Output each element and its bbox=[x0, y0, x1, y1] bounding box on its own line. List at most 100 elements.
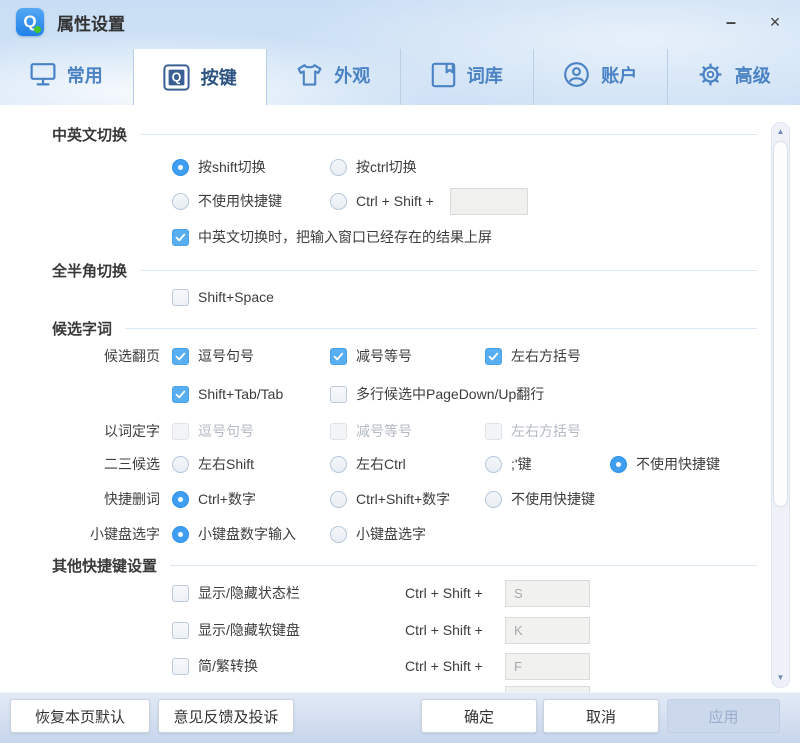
checkbox-toggle-statusbar[interactable]: 显示/隐藏状态栏 bbox=[172, 576, 300, 610]
hotkey-prefix: Ctrl + Shift + bbox=[405, 649, 483, 683]
tab-label: 高级 bbox=[735, 62, 771, 88]
shortcut-row-softkeyboard: 显示/隐藏软键盘 Ctrl + Shift + bbox=[0, 613, 800, 647]
checkbox-shift-space[interactable]: Shift+Space bbox=[172, 280, 274, 314]
feedback-button[interactable]: 意见反馈及投诉 bbox=[158, 699, 294, 733]
radio-numpad-select[interactable]: 小键盘选字 bbox=[330, 517, 426, 551]
checkbox-minus-equal-disabled: 减号等号 bbox=[330, 414, 412, 448]
paging-row-2: Shift+Tab/Tab 多行候选中PageDown/Up翻行 bbox=[0, 377, 800, 411]
titlebar: Q 属性设置 – × bbox=[0, 0, 800, 44]
option-row: 中英文切换时，把输入窗口已经存在的结果上屏 bbox=[0, 220, 800, 254]
window-title: 属性设置 bbox=[57, 10, 125, 35]
option-label: 按ctrl切换 bbox=[356, 157, 417, 177]
shortcut-row-traditional: 简/繁转换 Ctrl + Shift + bbox=[0, 649, 800, 683]
option-label: 左右方括号 bbox=[511, 421, 581, 441]
radio-unselected-icon bbox=[330, 159, 347, 176]
checkbox-unchecked-icon bbox=[172, 289, 189, 306]
section-title: 候选字词 bbox=[52, 318, 112, 339]
minimize-button[interactable]: – bbox=[718, 10, 744, 34]
close-button[interactable]: × bbox=[762, 10, 788, 34]
tshirt-icon bbox=[296, 63, 323, 87]
scroll-up-icon[interactable]: ▲ bbox=[772, 125, 789, 139]
hotkey-input-softkeyboard bbox=[505, 617, 590, 644]
tab-bar: 常用 Q 按键 外观 词库 账户 bbox=[0, 44, 800, 105]
option-label: 左右Ctrl bbox=[356, 454, 406, 474]
tab-common[interactable]: 常用 bbox=[0, 44, 133, 105]
radio-selected-icon bbox=[172, 526, 189, 543]
checkbox-minus-equal[interactable]: 减号等号 bbox=[330, 339, 412, 373]
tab-dictionary[interactable]: 词库 bbox=[401, 44, 534, 105]
restore-defaults-button[interactable]: 恢复本页默认 bbox=[10, 699, 150, 733]
radio-semicolon-quote[interactable]: ;'键 bbox=[485, 447, 532, 481]
radio-ctrl-number[interactable]: Ctrl+数字 bbox=[172, 482, 256, 516]
radio-shift-toggle[interactable]: 按shift切换 bbox=[172, 150, 266, 184]
checkbox-toggle-softkeyboard[interactable]: 显示/隐藏软键盘 bbox=[172, 613, 300, 647]
checkbox-multirow-pagedown[interactable]: 多行候选中PageDown/Up翻行 bbox=[330, 377, 544, 411]
row-label-quick-delete: 快捷删词 bbox=[104, 482, 160, 516]
option-label: 小键盘数字输入 bbox=[198, 524, 296, 544]
section-rule bbox=[125, 328, 757, 329]
section-rule bbox=[140, 134, 757, 135]
gear-icon bbox=[697, 61, 724, 88]
hotkey-prefix: Ctrl + Shift + bbox=[405, 576, 483, 610]
checkbox-brackets-disabled: 左右方括号 bbox=[485, 414, 581, 448]
scrollbar-thumb[interactable] bbox=[773, 141, 788, 507]
checkbox-checked-icon bbox=[172, 229, 189, 246]
radio-unselected-icon bbox=[330, 491, 347, 508]
ok-button[interactable]: 确定 bbox=[421, 699, 537, 733]
tab-keys[interactable]: Q 按键 bbox=[134, 49, 267, 105]
section-title: 中英文切换 bbox=[52, 124, 127, 145]
option-label: 简/繁转换 bbox=[198, 656, 258, 676]
section-rule bbox=[140, 270, 757, 271]
option-row: 按shift切换 按ctrl切换 bbox=[0, 150, 800, 184]
radio-no-hotkey-second-third[interactable]: 不使用快捷键 bbox=[610, 447, 720, 481]
row-label-second-third: 二三候选 bbox=[104, 447, 160, 481]
keycap-icon: Q bbox=[163, 64, 190, 91]
radio-ctrl-shift-number[interactable]: Ctrl+Shift+数字 bbox=[330, 482, 450, 516]
radio-selected-icon bbox=[172, 491, 189, 508]
row-label-numpad: 小键盘选字 bbox=[90, 517, 160, 551]
option-label: 多行候选中PageDown/Up翻行 bbox=[356, 384, 544, 404]
vertical-scrollbar[interactable]: ▲ ▼ bbox=[771, 122, 790, 688]
radio-no-hotkey-quick-delete[interactable]: 不使用快捷键 bbox=[485, 482, 595, 516]
radio-numpad-digit-input[interactable]: 小键盘数字输入 bbox=[172, 517, 296, 551]
tab-account[interactable]: 账户 bbox=[534, 44, 667, 105]
apply-button[interactable]: 应用 bbox=[667, 699, 780, 733]
quick-delete-row: 快捷删词 Ctrl+数字 Ctrl+Shift+数字 不使用快捷键 bbox=[0, 482, 800, 516]
window-controls: – × bbox=[718, 10, 788, 34]
custom-hotkey-input[interactable] bbox=[450, 188, 528, 215]
cancel-button[interactable]: 取消 bbox=[543, 699, 659, 733]
scroll-down-icon[interactable]: ▼ bbox=[772, 671, 789, 685]
radio-unselected-icon bbox=[485, 491, 502, 508]
radio-lr-shift[interactable]: 左右Shift bbox=[172, 447, 254, 481]
radio-unselected-icon bbox=[330, 526, 347, 543]
radio-no-hotkey[interactable]: 不使用快捷键 bbox=[172, 184, 282, 218]
option-label: 不使用快捷键 bbox=[511, 489, 595, 509]
monitor-icon bbox=[30, 62, 56, 87]
footer-bar: 恢复本页默认 意见反馈及投诉 确定 取消 应用 bbox=[0, 692, 800, 743]
radio-ctrl-toggle[interactable]: 按ctrl切换 bbox=[330, 150, 417, 184]
option-label: 显示/隐藏状态栏 bbox=[198, 583, 300, 603]
tab-appearance[interactable]: 外观 bbox=[267, 44, 400, 105]
checkbox-checked-icon bbox=[485, 348, 502, 365]
settings-content: 中英文切换 按shift切换 按ctrl切换 不使用快捷键 Ctrl + Shi… bbox=[0, 105, 800, 692]
paging-row-1: 候选翻页 逗号句号 减号等号 左右方括号 bbox=[0, 339, 800, 373]
option-label: 减号等号 bbox=[356, 421, 412, 441]
checkbox-simplified-traditional[interactable]: 简/繁转换 bbox=[172, 649, 258, 683]
row-label-paging: 候选翻页 bbox=[104, 339, 160, 373]
checkbox-shift-tab[interactable]: Shift+Tab/Tab bbox=[172, 377, 283, 411]
radio-unselected-icon bbox=[330, 456, 347, 473]
checkbox-unchecked-icon bbox=[172, 658, 189, 675]
checkbox-commit-on-switch[interactable]: 中英文切换时，把输入窗口已经存在的结果上屏 bbox=[172, 220, 492, 254]
option-label: 不使用快捷键 bbox=[198, 191, 282, 211]
checkbox-brackets[interactable]: 左右方括号 bbox=[485, 339, 581, 373]
checkbox-comma-period[interactable]: 逗号句号 bbox=[172, 339, 254, 373]
settings-window: Q 属性设置 – × 常用 Q 按键 外观 bbox=[0, 0, 800, 743]
tab-label: 外观 bbox=[334, 62, 370, 88]
option-label: Shift+Tab/Tab bbox=[198, 386, 283, 402]
radio-ctrl-shift-custom[interactable]: Ctrl + Shift + bbox=[330, 184, 434, 218]
hotkey-input-statusbar bbox=[505, 580, 590, 607]
radio-lr-ctrl[interactable]: 左右Ctrl bbox=[330, 447, 406, 481]
tab-label: 词库 bbox=[467, 62, 503, 88]
tab-advanced[interactable]: 高级 bbox=[668, 44, 800, 105]
tab-label: 按键 bbox=[201, 64, 237, 90]
